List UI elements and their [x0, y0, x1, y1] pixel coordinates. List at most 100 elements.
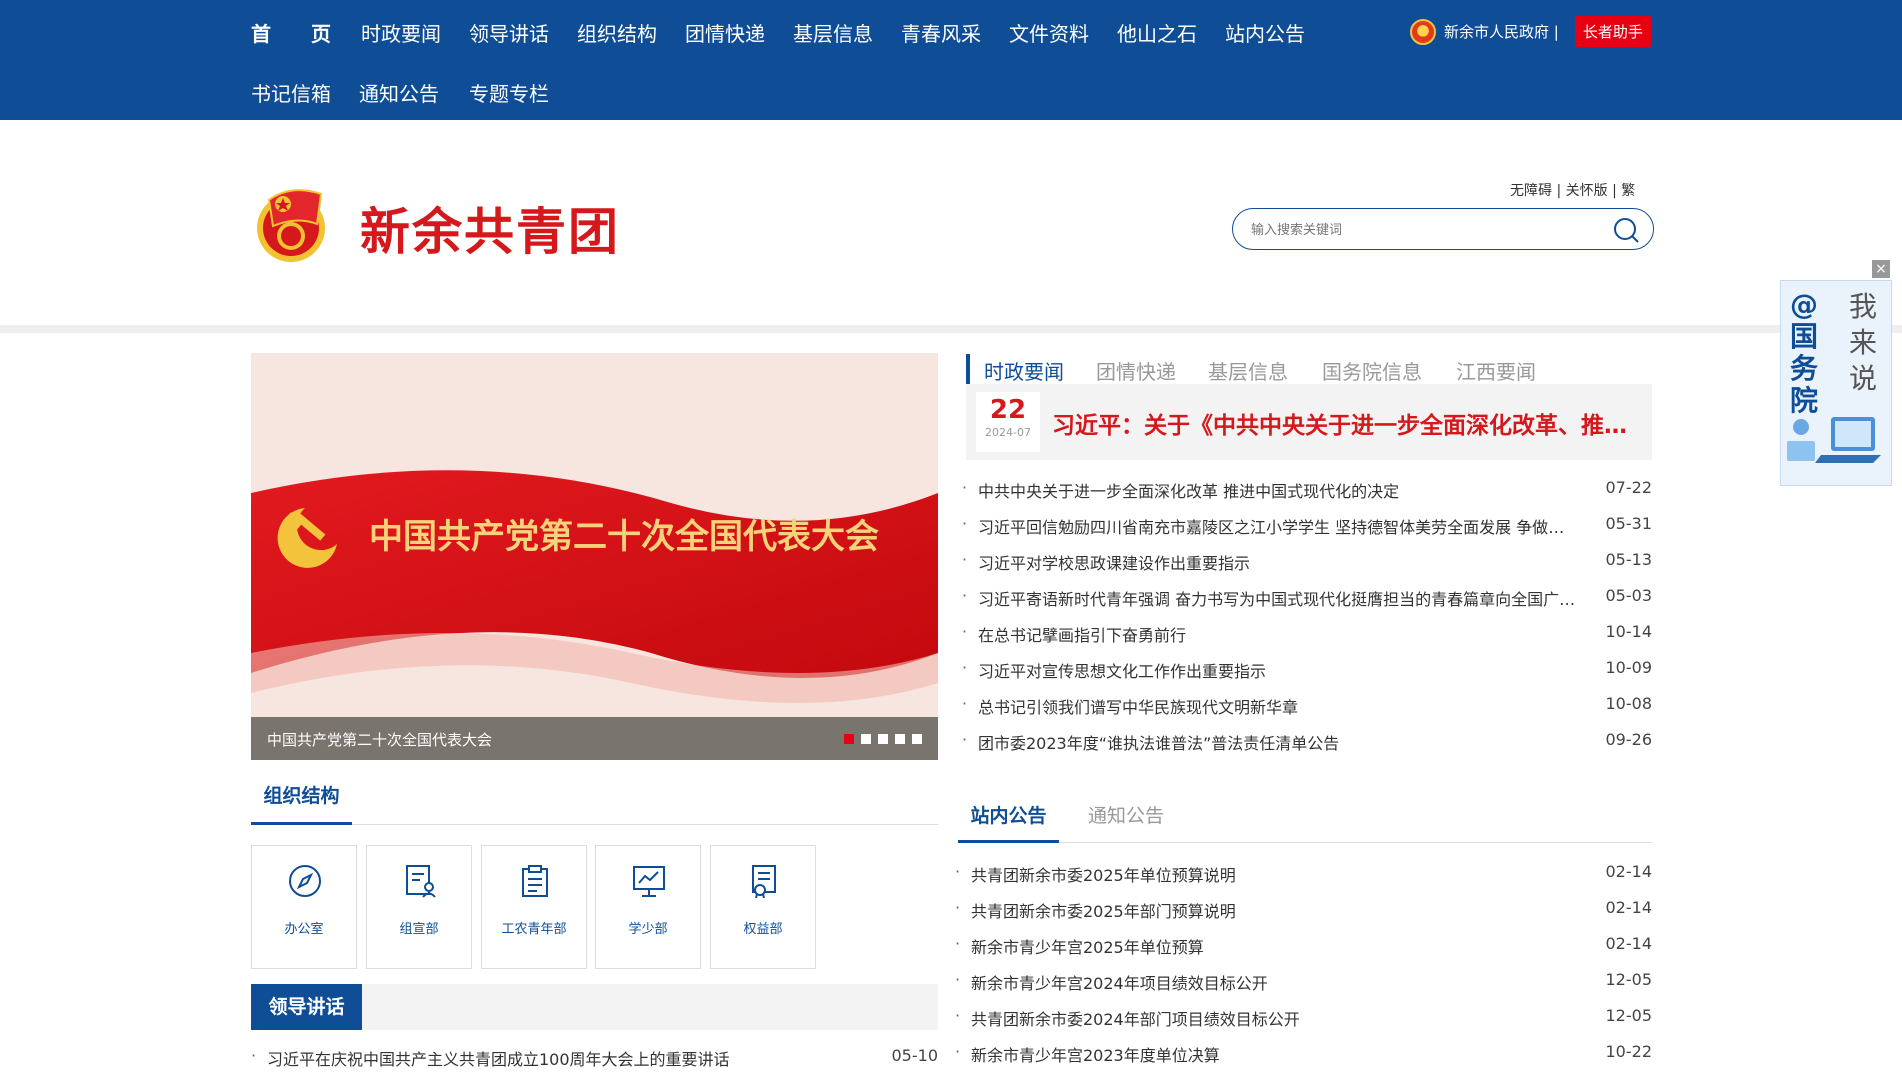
state-council-feedback-float[interactable]: @国务院 我来说	[1780, 280, 1892, 486]
news-item-date: 07-22	[1605, 478, 1653, 497]
news-item-title[interactable]: 习近平寄语新时代青年强调 奋力书写为中国式现代化挺膺担当的青春篇章向全国广大青年…	[978, 586, 1578, 610]
top-nav-bar: 首 页 时政要闻 领导讲话 组织结构 团情快递 基层信息 青春风采 文件资料 他…	[0, 0, 1902, 120]
news-item-date: 05-13	[1605, 550, 1653, 569]
notice-item-date: 02-14	[1605, 862, 1653, 881]
notice-item-title[interactable]: 共青团新余市委2025年单位预算说明	[971, 862, 1561, 886]
carousel-dot[interactable]	[878, 734, 888, 744]
leader-speech-header: 领导讲话	[251, 984, 938, 1030]
list-item: · 习近平对学校思政课建设作出重要指示 05-13	[962, 550, 1653, 574]
clipboard-icon	[522, 865, 548, 897]
news-item-date: 10-08	[1605, 694, 1653, 713]
elder-assistant-button[interactable]: 长者助手	[1574, 16, 1651, 47]
carousel-dots	[844, 734, 922, 744]
carousel-caption[interactable]: 中国共产党第二十次全国代表大会	[267, 729, 492, 750]
notice-item-title[interactable]: 共青团新余市委2025年部门预算说明	[971, 898, 1561, 922]
site-title: 新余共青团	[360, 203, 620, 261]
notice-item-date: 02-14	[1605, 898, 1653, 917]
nav-item-grassroots[interactable]: 基层信息	[793, 18, 873, 47]
news-item-title[interactable]: 习近平对宣传思想文化工作作出重要指示	[978, 658, 1568, 682]
close-icon[interactable]: ×	[1872, 260, 1890, 278]
tab-politics-news[interactable]: 时政要闻	[984, 356, 1064, 385]
list-item: · 新余市青少年宫2023年度单位决算 10-22	[955, 1042, 1653, 1066]
news-item-title[interactable]: 总书记引领我们谱写中华民族现代文明新华章	[978, 694, 1568, 718]
org-card-rights[interactable]: 权益部	[710, 845, 816, 969]
laptop-illustration-icon	[1787, 417, 1881, 463]
notice-item-title[interactable]: 新余市青少年宫2025年单位预算	[971, 934, 1561, 958]
carousel-dot[interactable]	[895, 734, 905, 744]
nav-item-other-mountains[interactable]: 他山之石	[1117, 18, 1197, 47]
leader-speech-title[interactable]: 领导讲话	[251, 984, 362, 1030]
accessibility-links[interactable]: 无障碍 | 关怀版 | 繁	[1510, 180, 1635, 200]
tab-league-express[interactable]: 团情快递	[1096, 356, 1176, 385]
news-item-date: 05-03	[1605, 586, 1653, 605]
news-tabs: 时政要闻 团情快递 基层信息 国务院信息 江西要闻	[966, 352, 1652, 384]
carousel-dot[interactable]	[861, 734, 871, 744]
org-card-propaganda[interactable]: 组宣部	[366, 845, 472, 969]
compass-icon	[289, 865, 321, 897]
headline-day: 22	[989, 395, 1027, 425]
nav-item-home[interactable]: 首 页	[251, 18, 331, 47]
news-item-title[interactable]: 在总书记擘画指引下奋勇前行	[978, 622, 1568, 646]
news-item-date: 10-14	[1605, 622, 1653, 641]
nav-item-politics-news[interactable]: 时政要闻	[361, 18, 441, 47]
header-divider	[0, 325, 1902, 333]
notice-item-title[interactable]: 共青团新余市委2024年部门项目绩效目标公开	[971, 1006, 1561, 1030]
nav-item-site-notices[interactable]: 站内公告	[1225, 18, 1305, 47]
org-card-worker-farmer-youth[interactable]: 工农青年部	[481, 845, 587, 969]
notice-tabs: 站内公告 通知公告	[958, 795, 1652, 843]
tab-notifications[interactable]: 通知公告	[1088, 801, 1164, 828]
notice-item-date: 10-22	[1605, 1042, 1653, 1061]
org-card-label: 工农青年部	[501, 922, 567, 937]
leader-item-title[interactable]: 习近平在庆祝中国共产主义共青团成立100周年大会上的重要讲话	[267, 1046, 857, 1070]
leader-item-date: 05-10	[891, 1046, 939, 1065]
news-item-date: 10-09	[1605, 658, 1653, 677]
carousel-caption-bar: 中国共产党第二十次全国代表大会	[251, 717, 938, 760]
tab-grassroots[interactable]: 基层信息	[1208, 356, 1288, 385]
nav-item-organization[interactable]: 组织结构	[577, 18, 657, 47]
nav-item-secretary-mailbox[interactable]: 书记信箱	[251, 78, 331, 107]
nav-item-youth-style[interactable]: 青春风采	[901, 18, 981, 47]
document-person-icon	[406, 865, 436, 898]
notice-item-date: 02-14	[1605, 934, 1653, 953]
tab-state-council[interactable]: 国务院信息	[1322, 356, 1422, 385]
list-item: · 总书记引领我们谱写中华民族现代文明新华章 10-08	[962, 694, 1653, 718]
carousel-dot[interactable]	[844, 734, 854, 744]
top-right-links: 新余市人民政府 | 长者助手	[1410, 16, 1651, 47]
banner-carousel[interactable]: 中国共产党第二十次全国代表大会 中国共产党第二十次全国代表大会	[251, 353, 938, 760]
list-item: · 习近平在庆祝中国共产主义共青团成立100周年大会上的重要讲话 05-10	[251, 1046, 939, 1070]
search-icon[interactable]	[1613, 217, 1639, 243]
nav-item-documents[interactable]: 文件资料	[1009, 18, 1089, 47]
headline-card[interactable]: 22 2024-07 习近平：关于《中共中央关于进一步全面深化改革、推进中国式现…	[966, 384, 1652, 460]
nav-item-league-express[interactable]: 团情快递	[685, 18, 765, 47]
news-item-title[interactable]: 习近平对学校思政课建设作出重要指示	[978, 550, 1568, 574]
news-item-title[interactable]: 中共中央关于进一步全面深化改革 推进中国式现代化的决定	[978, 478, 1568, 502]
nav-item-notifications[interactable]: 通知公告	[359, 78, 439, 107]
org-card-student-youth[interactable]: 学少部	[595, 845, 701, 969]
nav-item-special-topics[interactable]: 专题专栏	[469, 78, 549, 107]
search-box	[1232, 208, 1654, 250]
org-section-title[interactable]: 组织结构	[251, 780, 352, 825]
side-float-right-text: 我来说	[1848, 290, 1877, 395]
notice-item-title[interactable]: 新余市青少年宫2023年度单位决算	[971, 1042, 1561, 1066]
notice-list: · 共青团新余市委2025年单位预算说明 02-14 · 共青团新余市委2025年部门…	[955, 862, 1652, 1072]
headline-date: 22 2024-07	[976, 392, 1040, 452]
search-input[interactable]	[1251, 219, 1601, 239]
tab-jiangxi-news[interactable]: 江西要闻	[1456, 356, 1536, 385]
headline-title[interactable]: 习近平：关于《中共中央关于进一步全面深化改革、推进中国式现代化的决定》的说明	[1052, 406, 1632, 440]
tab-site-notices[interactable]: 站内公告	[958, 801, 1059, 843]
nav-item-leader-speeches[interactable]: 领导讲话	[469, 18, 549, 47]
org-card-label: 学少部	[628, 922, 668, 937]
monitor-chart-icon	[633, 866, 665, 897]
news-item-title[interactable]: 习近平回信勉励四川省南充市嘉陵区之江小学学生 坚持德智体美劳全面发展 争做爱国爱…	[978, 514, 1568, 538]
list-item: · 共青团新余市委2025年单位预算说明 02-14	[955, 862, 1653, 886]
carousel-dot[interactable]	[912, 734, 922, 744]
list-item: · 在总书记擘画指引下奋勇前行 10-14	[962, 622, 1653, 646]
notice-item-title[interactable]: 新余市青少年宫2024年项目绩效目标公开	[971, 970, 1561, 994]
news-item-title[interactable]: 团市委2023年度“谁执法谁普法”普法责任清单公告	[978, 730, 1568, 754]
news-list: · 中共中央关于进一步全面深化改革 推进中国式现代化的决定 07-22 · 习近平回信…	[962, 478, 1653, 753]
gov-link[interactable]: 新余市人民政府 |	[1444, 21, 1559, 42]
party-congress-banner-image: 中国共产党第二十次全国代表大会	[251, 353, 938, 760]
org-section-header: 组织结构	[251, 780, 938, 825]
org-card-office[interactable]: 办公室	[251, 845, 357, 969]
list-item: · 共青团新余市委2025年部门预算说明 02-14	[955, 898, 1653, 922]
